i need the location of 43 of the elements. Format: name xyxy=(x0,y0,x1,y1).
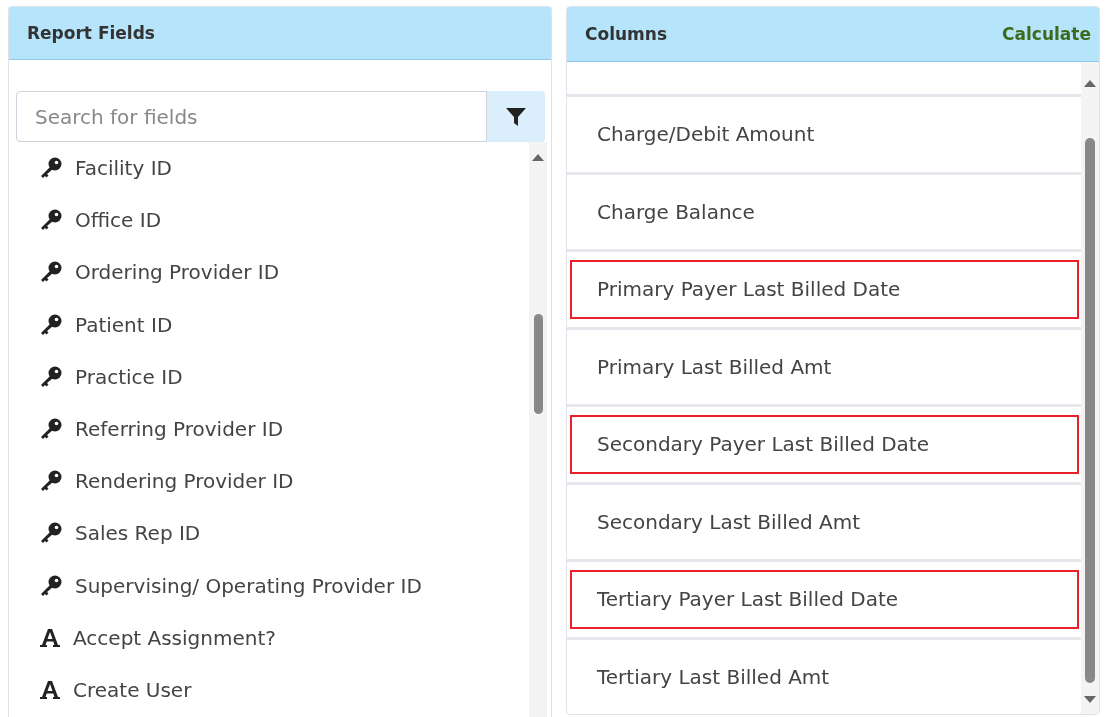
column-item[interactable]: Secondary Last Billed Amt xyxy=(567,484,1081,559)
field-item[interactable]: Ordering Provider ID xyxy=(75,260,280,285)
field-item[interactable]: Referring Provider ID xyxy=(75,417,284,442)
scrollbar[interactable] xyxy=(1081,62,1099,714)
panel-title: Columns xyxy=(585,24,668,44)
scroll-up-icon[interactable] xyxy=(532,153,544,161)
font-icon xyxy=(39,679,61,700)
key-icon xyxy=(39,418,63,441)
scroll-down-icon[interactable] xyxy=(1084,696,1096,704)
scrollbar[interactable] xyxy=(529,142,547,717)
column-item[interactable]: Tertiary Payer Last Billed Date xyxy=(570,570,1079,629)
field-item[interactable]: Office ID xyxy=(75,208,162,233)
filter-icon xyxy=(505,105,527,128)
field-item[interactable]: Accept Assignment? xyxy=(73,625,276,650)
column-item[interactable]: Charge/Debit Amount xyxy=(567,97,1081,172)
font-icon xyxy=(39,627,61,648)
field-item[interactable]: Rendering Provider ID xyxy=(75,469,294,494)
panel-title: Report Fields xyxy=(27,23,155,43)
key-icon xyxy=(39,209,63,232)
key-icon xyxy=(39,313,63,336)
key-icon xyxy=(39,157,63,180)
field-item[interactable]: Patient ID xyxy=(75,312,173,337)
column-item[interactable]: Charge Balance xyxy=(567,174,1081,249)
field-item[interactable]: Sales Rep ID xyxy=(75,521,201,546)
key-icon xyxy=(39,365,63,388)
column-item[interactable]: Secondary Payer Last Billed Date xyxy=(570,415,1079,474)
calculate-link[interactable]: Calculate xyxy=(1002,24,1091,44)
field-item[interactable]: Practice ID xyxy=(75,364,183,389)
scrollbar-thumb[interactable] xyxy=(1085,138,1095,683)
search-field[interactable]: Search for fields xyxy=(16,91,487,142)
scroll-up-icon[interactable] xyxy=(1084,79,1096,87)
scrollbar-thumb[interactable] xyxy=(534,314,543,414)
column-item[interactable]: Tertiary Last Billed Amt xyxy=(567,639,1081,714)
field-item[interactable]: Facility ID xyxy=(75,156,172,181)
field-item[interactable]: Create User xyxy=(73,677,192,702)
column-item[interactable]: Primary Last Billed Amt xyxy=(567,329,1081,404)
key-icon xyxy=(39,261,63,284)
column-item[interactable]: Primary Payer Last Billed Date xyxy=(570,260,1079,319)
field-item[interactable]: Supervising/ Operating Provider ID xyxy=(75,573,422,598)
key-icon xyxy=(39,522,63,545)
key-icon xyxy=(39,470,63,493)
key-icon xyxy=(39,574,63,597)
filter-button[interactable] xyxy=(487,91,545,142)
